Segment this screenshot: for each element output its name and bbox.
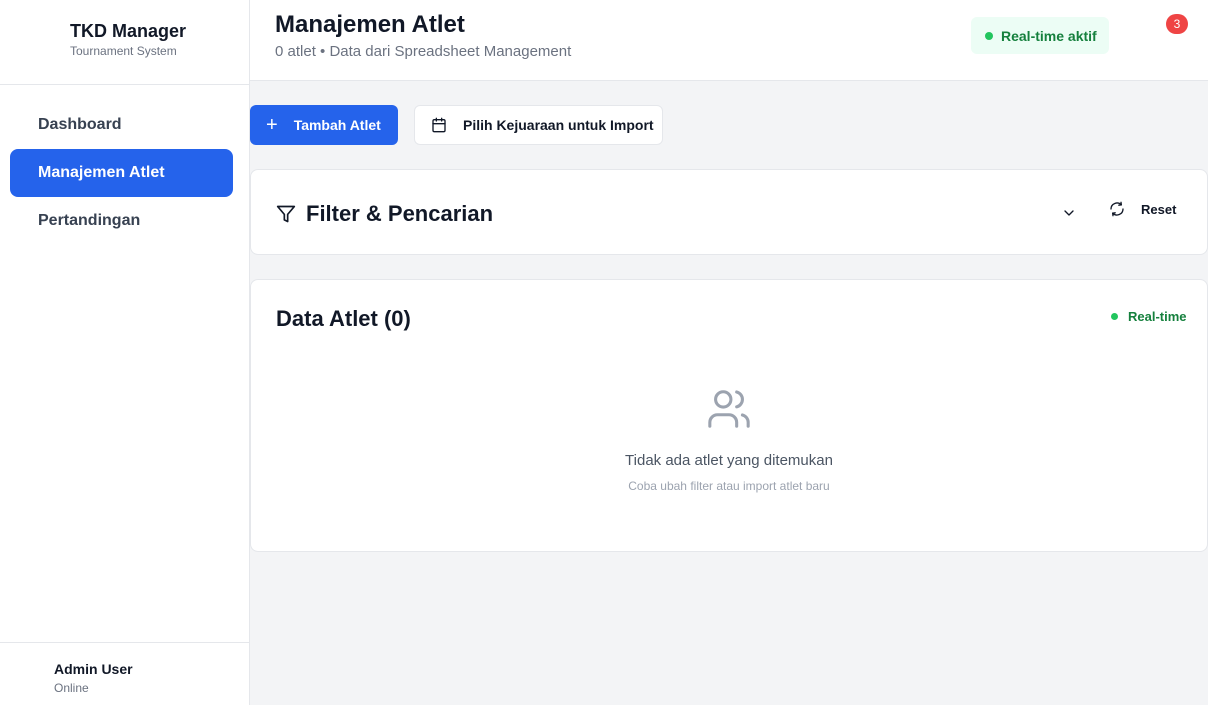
empty-state-subtitle: Coba ubah filter atau import atlet baru bbox=[628, 479, 830, 493]
status-dot-icon bbox=[985, 31, 993, 40]
filter-card: Filter & Pencarian Reset bbox=[250, 169, 1208, 255]
realtime-indicator-label: Real-time bbox=[1128, 309, 1187, 324]
select-championship-import-label: Pilih Kejuaraan untuk Import bbox=[463, 117, 654, 133]
reset-button[interactable]: Reset bbox=[1109, 201, 1176, 217]
sidebar-item-manajemen-atlet[interactable]: Manajemen Atlet bbox=[10, 149, 233, 197]
status-dot-icon bbox=[1111, 313, 1118, 320]
realtime-indicator: Real-time bbox=[1111, 309, 1187, 324]
sidebar-item-pertandingan[interactable]: Pertandingan bbox=[10, 197, 233, 245]
notification-badge[interactable]: 3 bbox=[1166, 14, 1188, 34]
user-status: Online bbox=[54, 681, 89, 695]
sidebar: TKD Manager Tournament System Dashboard … bbox=[0, 0, 250, 705]
athlete-data-title: Data Atlet (0) bbox=[276, 306, 411, 331]
sidebar-item-dashboard[interactable]: Dashboard bbox=[10, 101, 233, 149]
empty-state-title: Tidak ada atlet yang ditemukan bbox=[625, 452, 833, 469]
athlete-data-card: Data Atlet (0) Real-time Tidak ada atlet… bbox=[250, 279, 1208, 552]
page-subtitle: 0 atlet • Data dari Spreadsheet Manageme… bbox=[275, 43, 572, 60]
scrollbar[interactable] bbox=[1208, 0, 1215, 705]
filter-title-label: Filter & Pencarian bbox=[306, 201, 494, 226]
filter-title[interactable]: Filter & Pencarian bbox=[276, 201, 493, 227]
reset-label: Reset bbox=[1141, 201, 1177, 217]
chevron-down-icon[interactable] bbox=[1061, 205, 1077, 221]
add-athlete-label: Tambah Atlet bbox=[293, 117, 381, 133]
brand: TKD Manager Tournament System bbox=[0, 0, 249, 85]
brand-subtitle: Tournament System bbox=[70, 44, 177, 58]
realtime-status-badge: Real-time aktif bbox=[971, 17, 1109, 54]
select-championship-import-button[interactable]: Pilih Kejuaraan untuk Import bbox=[414, 105, 663, 145]
calendar-icon bbox=[432, 117, 446, 133]
filter-icon bbox=[276, 205, 296, 223]
user-panel[interactable]: Admin User Online bbox=[0, 642, 249, 705]
refresh-icon bbox=[1110, 201, 1124, 217]
plus-icon: + bbox=[266, 114, 278, 136]
users-icon bbox=[708, 390, 750, 428]
page-title: Manajemen Atlet bbox=[275, 11, 465, 38]
page-header: Manajemen Atlet 0 atlet • Data dari Spre… bbox=[250, 0, 1208, 81]
realtime-status-label: Real-time aktif bbox=[1001, 27, 1097, 44]
user-name: Admin User bbox=[54, 661, 133, 677]
add-athlete-button[interactable]: + Tambah Atlet bbox=[250, 105, 398, 145]
sidebar-nav: Dashboard Manajemen Atlet Pertandingan bbox=[0, 85, 249, 245]
brand-title: TKD Manager bbox=[70, 21, 187, 41]
